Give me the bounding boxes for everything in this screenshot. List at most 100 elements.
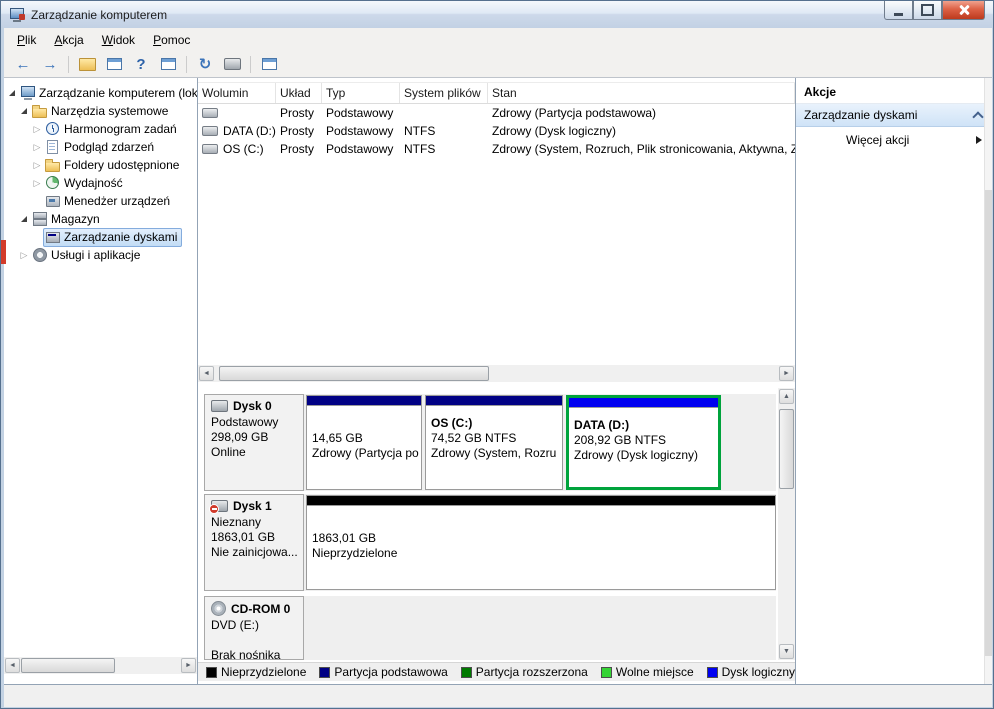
- scroll-right-button[interactable]: [181, 658, 196, 673]
- menu-pomoc[interactable]: Pomoc: [144, 30, 199, 50]
- column-header-uklad[interactable]: Układ: [276, 83, 322, 103]
- shared-folders-icon: [45, 158, 61, 172]
- scroll-up-button[interactable]: [779, 389, 794, 404]
- help-icon: ?: [136, 55, 146, 73]
- expander-expanded-icon[interactable]: [18, 108, 30, 114]
- computer-management-window: Zarządzanie komputerem Plik Akcja Widok …: [0, 0, 994, 709]
- menu-akcja[interactable]: Akcja: [45, 30, 92, 50]
- expander-collapsed-icon[interactable]: [31, 178, 43, 189]
- minimize-button[interactable]: [884, 1, 913, 20]
- scroll-down-button[interactable]: [779, 644, 794, 659]
- expander-collapsed-icon[interactable]: [31, 160, 43, 171]
- expander-collapsed-icon[interactable]: [31, 142, 43, 153]
- volume-row-os-c[interactable]: OS (C:) Prosty Podstawowy NTFS Zdrowy (S…: [198, 140, 795, 158]
- menubar: Plik Akcja Widok Pomoc: [4, 28, 992, 51]
- partition-type-strip: [307, 496, 775, 506]
- maximize-button[interactable]: [913, 1, 942, 20]
- console-window-button[interactable]: [156, 53, 180, 75]
- disk-info-cdrom0[interactable]: CD-ROM 0 DVD (E:) Brak nośnika: [204, 596, 304, 660]
- scroll-left-button[interactable]: [5, 658, 20, 673]
- partition-type-strip: [426, 396, 562, 406]
- expander-collapsed-icon[interactable]: [18, 250, 30, 261]
- partition-box-unallocated[interactable]: 1863,01 GB Nieprzydzielone: [306, 495, 776, 590]
- disk-properties-button[interactable]: [257, 53, 281, 75]
- partition-type-strip: [307, 396, 421, 406]
- tree-item-task-scheduler[interactable]: Harmonogram zadań: [4, 120, 197, 138]
- column-header-stan[interactable]: Stan: [488, 83, 795, 103]
- volume-row-system-reserved[interactable]: Prosty Podstawowy Zdrowy (Partycja podst…: [198, 104, 795, 122]
- volume-horizontal-scrollbar[interactable]: [198, 365, 795, 382]
- legend-item-free-space: Wolne miejsce: [600, 665, 694, 679]
- tree-item-shared-folders[interactable]: Foldery udostępnione: [4, 156, 197, 174]
- partition-box-reserved[interactable]: 14,65 GB Zdrowy (Partycja po: [306, 395, 422, 490]
- disk-info-dysk0[interactable]: Dysk 0 Podstawowy 298,09 GB Online: [204, 394, 304, 491]
- menu-widok[interactable]: Widok: [93, 30, 144, 50]
- legend-item-extended-partition: Partycja rozszerzona: [460, 665, 588, 679]
- disk-management-icon: [45, 230, 61, 244]
- column-header-typ[interactable]: Typ: [322, 83, 400, 103]
- expander-collapsed-icon[interactable]: [31, 124, 43, 135]
- help-button[interactable]: ?: [129, 53, 153, 75]
- forward-button[interactable]: →: [38, 53, 62, 75]
- tree-item-performance[interactable]: Wydajność: [4, 174, 197, 192]
- legend-item-unallocated: Nieprzydzielone: [206, 665, 306, 679]
- tree-item-storage[interactable]: Magazyn: [4, 210, 197, 228]
- scrollbar-thumb[interactable]: [219, 366, 489, 381]
- tree-item-device-manager[interactable]: Menedżer urządzeń: [4, 192, 197, 210]
- tree-item-services-applications[interactable]: Usługi i aplikacje: [4, 246, 197, 264]
- tree-horizontal-scrollbar[interactable]: [4, 657, 197, 674]
- partition-box-data-d-selected[interactable]: DATA (D:) 208,92 GB NTFS Zdrowy (Dysk lo…: [566, 395, 721, 490]
- titlebar[interactable]: Zarządzanie komputerem: [1, 1, 993, 28]
- legend-swatch: [706, 666, 718, 678]
- toolbar-separator: [186, 55, 187, 73]
- disk-info-dysk1[interactable]: Dysk 1 Nieznany 1863,01 GB Nie zainicjow…: [204, 494, 304, 591]
- column-header-wolumin[interactable]: Wolumin: [198, 83, 276, 103]
- legend-item-logical-drive: Dysk logiczny: [706, 665, 795, 679]
- services-icon: [32, 248, 48, 262]
- tree-item-disk-management[interactable]: Zarządzanie dyskami: [4, 227, 197, 247]
- scrollbar-thumb[interactable]: [21, 658, 115, 673]
- refresh-button[interactable]: ↻: [193, 53, 217, 75]
- show-console-tree-button[interactable]: [75, 53, 99, 75]
- column-header-system-plikow[interactable]: System plików: [400, 83, 488, 103]
- disk-properties-icon: [261, 58, 277, 70]
- actions-pane: Akcje Zarządzanie dyskami Więcej akcji: [795, 78, 992, 684]
- legend-swatch: [319, 666, 331, 678]
- scroll-right-button[interactable]: [779, 366, 794, 381]
- close-button[interactable]: [942, 1, 985, 20]
- performance-icon: [45, 176, 61, 190]
- task-scheduler-icon: [45, 122, 61, 136]
- volume-row-data-d[interactable]: DATA (D:) Prosty Podstawowy NTFS Zdrowy …: [198, 122, 795, 140]
- disk-row-dysk1: Dysk 1 Nieznany 1863,01 GB Nie zainicjow…: [204, 494, 776, 591]
- tree-item-event-viewer[interactable]: Podgląd zdarzeń: [4, 138, 197, 156]
- legend-swatch: [460, 666, 472, 678]
- refresh-icon: ↻: [198, 55, 212, 73]
- expander-expanded-icon[interactable]: [6, 90, 18, 96]
- scroll-left-button[interactable]: [199, 366, 214, 381]
- expander-expanded-icon[interactable]: [18, 216, 30, 222]
- more-actions-item[interactable]: Więcej akcji: [796, 127, 992, 153]
- rescan-disks-button[interactable]: [220, 53, 244, 75]
- volume-list-pane: Wolumin Układ Typ System plików Stan Pro…: [198, 78, 795, 382]
- disk-row-dysk0: Dysk 0 Podstawowy 298,09 GB Online 14,65…: [204, 394, 776, 491]
- collapse-chevron-icon[interactable]: [972, 110, 984, 123]
- storage-icon: [32, 212, 48, 226]
- menu-plik[interactable]: Plik: [8, 30, 45, 50]
- disk-pane-vertical-scrollbar[interactable]: [778, 388, 795, 660]
- partition-type-strip: [569, 398, 718, 408]
- close-icon: [958, 4, 970, 16]
- scrollbar-thumb[interactable]: [779, 409, 794, 489]
- tree-item-computer-management[interactable]: Zarządzanie komputerem (loka: [4, 84, 197, 102]
- app-icon: [9, 7, 25, 22]
- event-viewer-icon: [45, 140, 61, 154]
- toolbar-separator: [68, 55, 69, 73]
- actions-vertical-scrollbar[interactable]: [984, 78, 992, 684]
- disk-name: CD-ROM 0: [231, 601, 291, 616]
- partition-box-os-c[interactable]: OS (C:) 74,52 GB NTFS Zdrowy (System, Ro…: [425, 395, 563, 490]
- scrollbar-thumb[interactable]: [985, 190, 992, 656]
- actions-group-disk-management[interactable]: Zarządzanie dyskami: [796, 103, 992, 127]
- tree-item-system-tools[interactable]: Narzędzia systemowe: [4, 102, 197, 120]
- properties-window-icon: [106, 58, 122, 70]
- back-button[interactable]: ←: [11, 53, 35, 75]
- properties-window-button[interactable]: [102, 53, 126, 75]
